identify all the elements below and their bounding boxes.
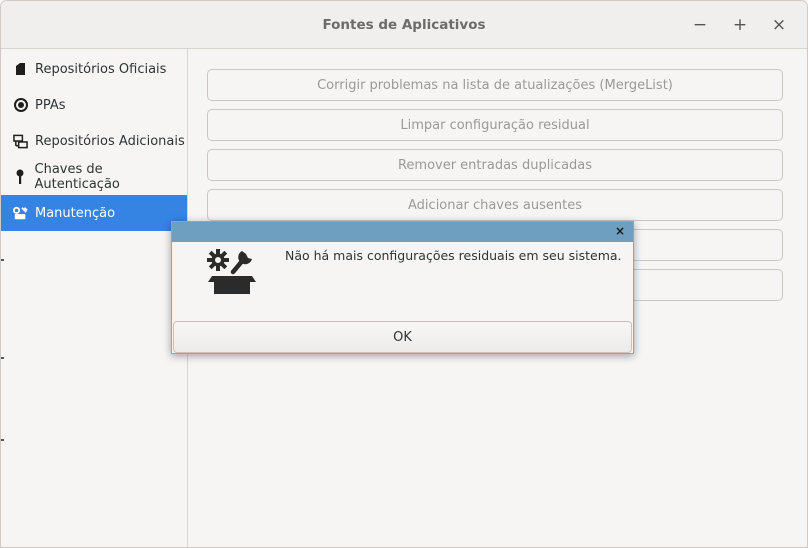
sidebar-item-maintenance[interactable]: Manutenção xyxy=(1,195,187,231)
edge-mark xyxy=(1,259,4,261)
package-icon xyxy=(13,61,28,77)
dialog-close-button[interactable]: × xyxy=(613,224,627,238)
clean-residual-config-button[interactable]: Limpar configuração residual xyxy=(207,109,783,141)
sidebar-item-label: Manutenção xyxy=(35,205,116,221)
sidebar-item-label: PPAs xyxy=(35,97,66,113)
title-bar[interactable]: Fontes de Aplicativos − + × xyxy=(1,1,807,49)
sidebar-item-auth-keys[interactable]: Chaves de Autenticação xyxy=(1,159,187,195)
sidebar-item-label: Chaves de Autenticação xyxy=(34,162,120,192)
add-missing-keys-button[interactable]: Adicionar chaves ausentes xyxy=(207,189,783,221)
ok-button[interactable]: OK xyxy=(173,321,632,353)
network-icon xyxy=(13,133,28,149)
close-button[interactable]: × xyxy=(767,13,791,37)
sidebar-item-ppas[interactable]: PPAs xyxy=(1,87,187,123)
tools-icon xyxy=(13,205,28,221)
sidebar-item-label: Repositórios Adicionais xyxy=(35,133,185,149)
target-icon xyxy=(13,97,28,113)
maximize-button[interactable]: + xyxy=(728,13,752,37)
minimize-button[interactable]: − xyxy=(688,13,712,37)
edge-mark xyxy=(1,357,4,359)
sidebar-item-official-repos[interactable]: Repositórios Oficiais xyxy=(1,51,187,87)
sidebar-item-label: Repositórios Oficiais xyxy=(35,61,167,77)
remove-duplicates-button[interactable]: Remover entradas duplicadas xyxy=(207,149,783,181)
info-dialog: × Não há mais configurações residuais em… xyxy=(171,221,634,354)
sidebar: Repositórios Oficiais PPAs Repositórios … xyxy=(1,49,188,547)
key-icon xyxy=(13,169,28,185)
window-title: Fontes de Aplicativos xyxy=(322,17,486,33)
edge-mark xyxy=(1,439,4,441)
dialog-header[interactable]: × xyxy=(172,222,633,242)
dialog-message: Não há mais configurações residuais em s… xyxy=(285,248,622,263)
maintenance-tools-icon xyxy=(206,248,258,296)
sidebar-item-additional-repos[interactable]: Repositórios Adicionais xyxy=(1,123,187,159)
fix-mergelist-button[interactable]: Corrigir problemas na lista de atualizaç… xyxy=(207,69,783,101)
